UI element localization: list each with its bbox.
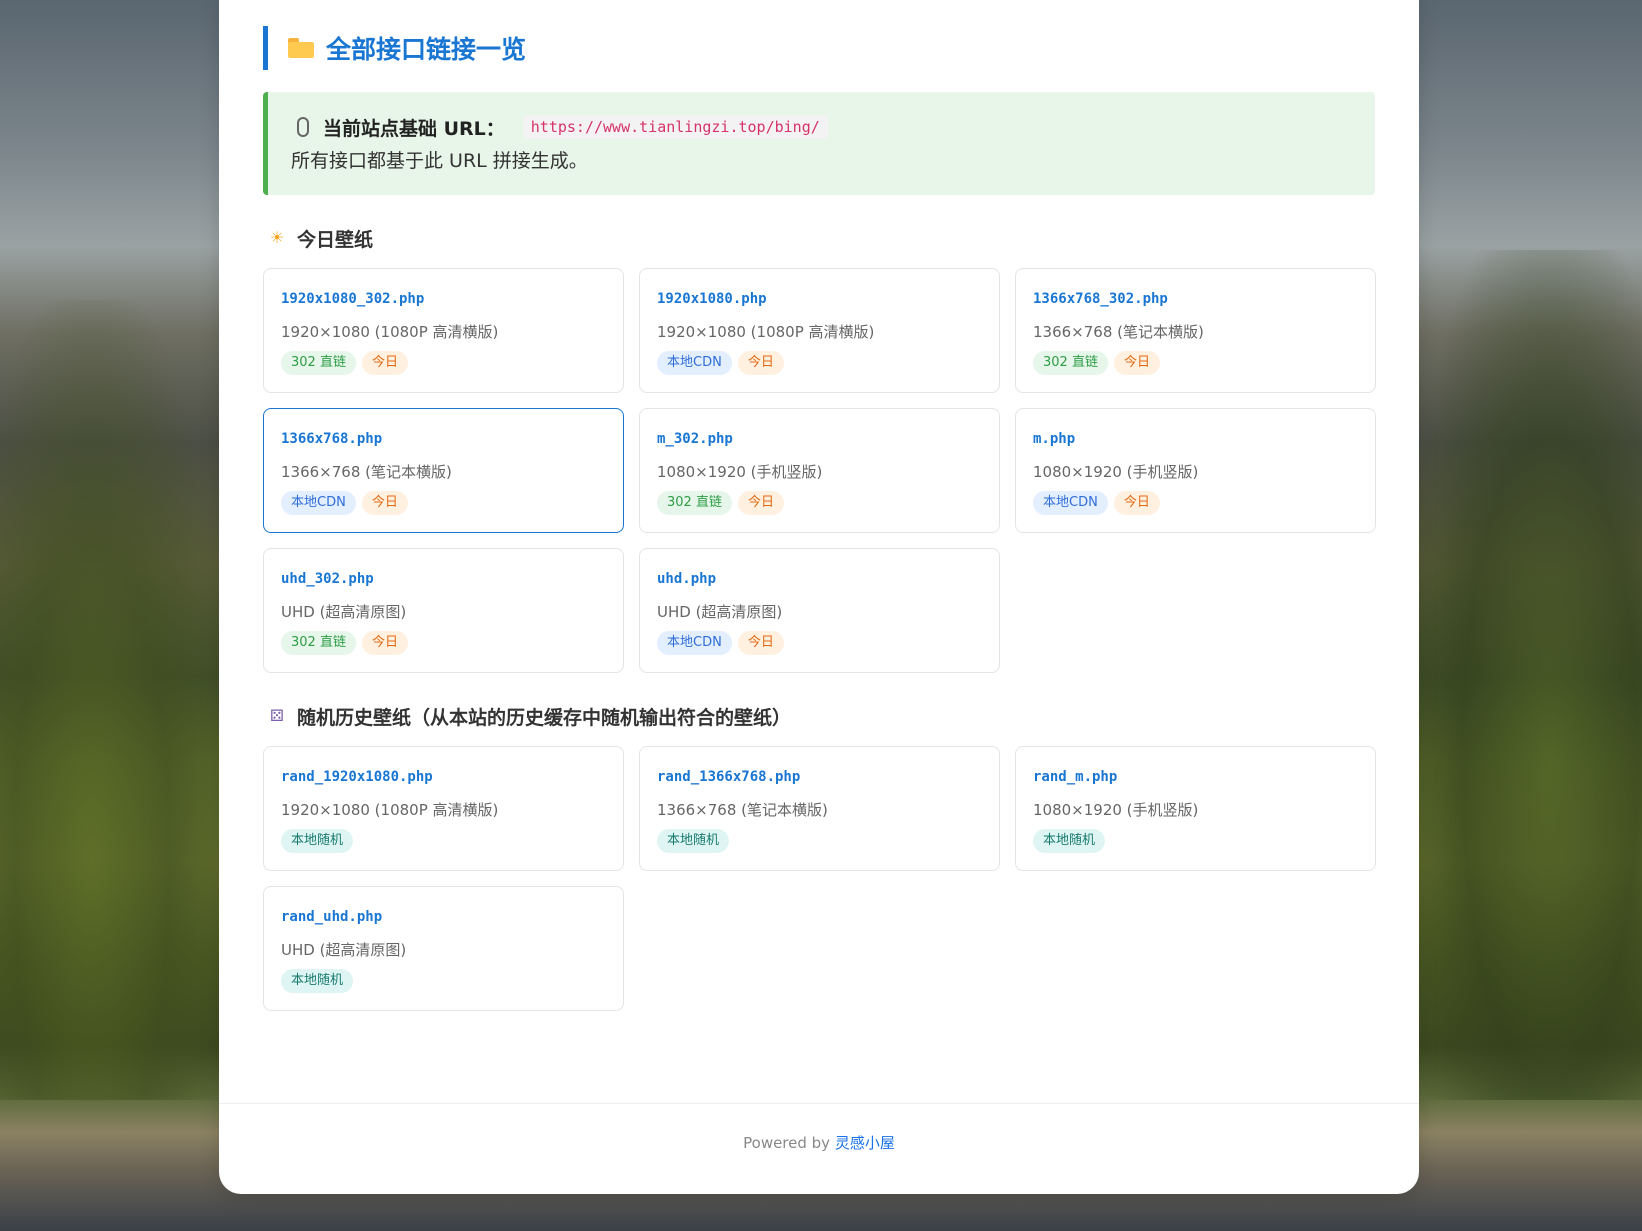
api-card[interactable]: uhd.php UHD (超高清原图) 本地CDN 今日: [639, 548, 1000, 673]
api-file-name[interactable]: uhd.php: [657, 571, 982, 591]
dice-icon: ⚄: [270, 706, 284, 725]
api-description: 1080×1920 (手机竖版): [1033, 463, 1199, 481]
api-description: UHD (超高清原图): [281, 941, 407, 959]
api-card[interactable]: 1920x1080_302.php 1920×1080 (1080P 高清横版) 3…: [263, 268, 624, 393]
api-tag: 本地CDN: [657, 351, 732, 375]
api-description: UHD (超高清原图): [657, 603, 783, 621]
api-tags: 本地CDN 今日: [1033, 491, 1358, 515]
api-card[interactable]: 1366x768_302.php 1366×768 (笔记本横版) 302 直链 今日: [1015, 268, 1376, 393]
api-card[interactable]: 1366x768.php 1366×768 (笔记本横版) 本地CDN 今日: [263, 408, 624, 533]
api-tag: 今日: [361, 351, 408, 375]
api-card[interactable]: 1920x1080.php 1920×1080 (1080P 高清横版) 本地CDN…: [639, 268, 1000, 393]
base-url-note: 所有接口都基于此 URL 拼接生成。: [291, 150, 588, 172]
api-file-name[interactable]: 1920x1080.php: [657, 291, 982, 311]
api-tags: 302 直链 今日: [1033, 351, 1358, 375]
api-tag: 今日: [737, 491, 784, 515]
api-tags: 302 直链 今日: [281, 351, 606, 375]
api-tag: 302 直链: [657, 491, 732, 515]
page-title: 全部接口链接一览: [326, 35, 527, 64]
api-card[interactable]: rand_uhd.php UHD (超高清原图) 本地随机: [263, 886, 624, 1011]
api-description: 1366×768 (笔记本横版): [1033, 323, 1204, 341]
api-tags: 本地随机: [657, 829, 982, 853]
api-tags: 本地随机: [1033, 829, 1358, 853]
folder-icon: [288, 38, 314, 58]
sun-face-icon: ☀: [269, 228, 285, 247]
api-tag: 今日: [361, 631, 408, 655]
api-file-name[interactable]: rand_uhd.php: [281, 909, 606, 929]
api-tag: 本地CDN: [1033, 491, 1108, 515]
api-tags: 本地CDN 今日: [657, 631, 982, 655]
main-panel: 全部接口链接一览 当前站点基础 URL： https://www.tianlin…: [219, 0, 1419, 1194]
api-file-name[interactable]: uhd_302.php: [281, 571, 606, 591]
api-card[interactable]: m_302.php 1080×1920 (手机竖版) 302 直链 今日: [639, 408, 1000, 533]
footer-prefix: Powered by: [743, 1134, 835, 1152]
section-random-label: 随机历史壁纸（从本站的历史缓存中随机输出符合的壁纸）: [297, 706, 792, 729]
api-tags: 302 直链 今日: [657, 491, 982, 515]
section-today-title: ☀ 今日壁纸: [263, 223, 1375, 253]
api-tag: 本地随机: [281, 969, 354, 993]
section-random-title: ⚄ 随机历史壁纸（从本站的历史缓存中随机输出符合的壁纸）: [263, 701, 1375, 731]
page-header: 全部接口链接一览: [263, 26, 1375, 70]
api-tags: 本地CDN 今日: [657, 351, 982, 375]
api-file-name[interactable]: m_302.php: [657, 431, 982, 451]
api-file-name[interactable]: 1920x1080_302.php: [281, 291, 606, 311]
api-tag: 302 直链: [1033, 351, 1108, 375]
api-tag: 今日: [1113, 491, 1160, 515]
api-tag: 本地随机: [657, 829, 730, 853]
background-foliage-left: [0, 300, 230, 1100]
api-tag: 本地随机: [1033, 829, 1106, 853]
api-tag: 本地CDN: [657, 631, 732, 655]
api-tag: 302 直链: [281, 351, 356, 375]
today-card-grid: 1920x1080_302.php 1920×1080 (1080P 高清横版) 3…: [263, 268, 1376, 673]
api-file-name[interactable]: rand_1366x768.php: [657, 769, 982, 789]
api-file-name[interactable]: 1366x768.php: [281, 431, 606, 451]
paperclip-icon: [297, 117, 309, 137]
footer: Powered by 灵感小屋: [219, 1103, 1419, 1194]
api-tag: 今日: [1113, 351, 1160, 375]
api-tag: 本地随机: [281, 829, 354, 853]
api-card[interactable]: rand_m.php 1080×1920 (手机竖版) 本地随机: [1015, 746, 1376, 871]
api-description: 1920×1080 (1080P 高清横版): [281, 323, 499, 341]
api-file-name[interactable]: m.php: [1033, 431, 1358, 451]
base-url-value[interactable]: https://www.tianlingzi.top/bing/: [522, 115, 828, 139]
base-url-info: 当前站点基础 URL： https://www.tianlingzi.top/b…: [263, 92, 1375, 195]
api-card[interactable]: uhd_302.php UHD (超高清原图) 302 直链 今日: [263, 548, 624, 673]
api-description: 1080×1920 (手机竖版): [657, 463, 823, 481]
api-tag: 今日: [737, 351, 784, 375]
api-description: 1920×1080 (1080P 高清横版): [657, 323, 875, 341]
api-card[interactable]: rand_1366x768.php 1366×768 (笔记本横版) 本地随机: [639, 746, 1000, 871]
content: 全部接口链接一览 当前站点基础 URL： https://www.tianlin…: [263, 26, 1376, 1011]
section-today-label: 今日壁纸: [297, 228, 374, 251]
api-tag: 302 直链: [281, 631, 356, 655]
background-foliage-right: [1412, 250, 1642, 1100]
api-tags: 本地随机: [281, 969, 606, 993]
api-card[interactable]: m.php 1080×1920 (手机竖版) 本地CDN 今日: [1015, 408, 1376, 533]
api-description: 1366×768 (笔记本横版): [657, 801, 828, 819]
api-tag: 今日: [737, 631, 784, 655]
api-tag: 本地CDN: [281, 491, 356, 515]
api-file-name[interactable]: 1366x768_302.php: [1033, 291, 1358, 311]
api-file-name[interactable]: rand_1920x1080.php: [281, 769, 606, 789]
api-card[interactable]: rand_1920x1080.php 1920×1080 (1080P 高清横版)…: [263, 746, 624, 871]
api-description: 1080×1920 (手机竖版): [1033, 801, 1199, 819]
api-tags: 302 直链 今日: [281, 631, 606, 655]
api-tags: 本地CDN 今日: [281, 491, 606, 515]
api-tag: 今日: [361, 491, 408, 515]
api-tags: 本地随机: [281, 829, 606, 853]
api-description: UHD (超高清原图): [281, 603, 407, 621]
base-url-row: 当前站点基础 URL： https://www.tianlingzi.top/b…: [291, 112, 1348, 142]
random-card-grid: rand_1920x1080.php 1920×1080 (1080P 高清横版)…: [263, 746, 1376, 1011]
api-description: 1366×768 (笔记本横版): [281, 463, 452, 481]
api-description: 1920×1080 (1080P 高清横版): [281, 801, 499, 819]
footer-link[interactable]: 灵感小屋: [835, 1134, 895, 1152]
base-url-label: 当前站点基础 URL：: [323, 117, 505, 140]
api-file-name[interactable]: rand_m.php: [1033, 769, 1358, 789]
